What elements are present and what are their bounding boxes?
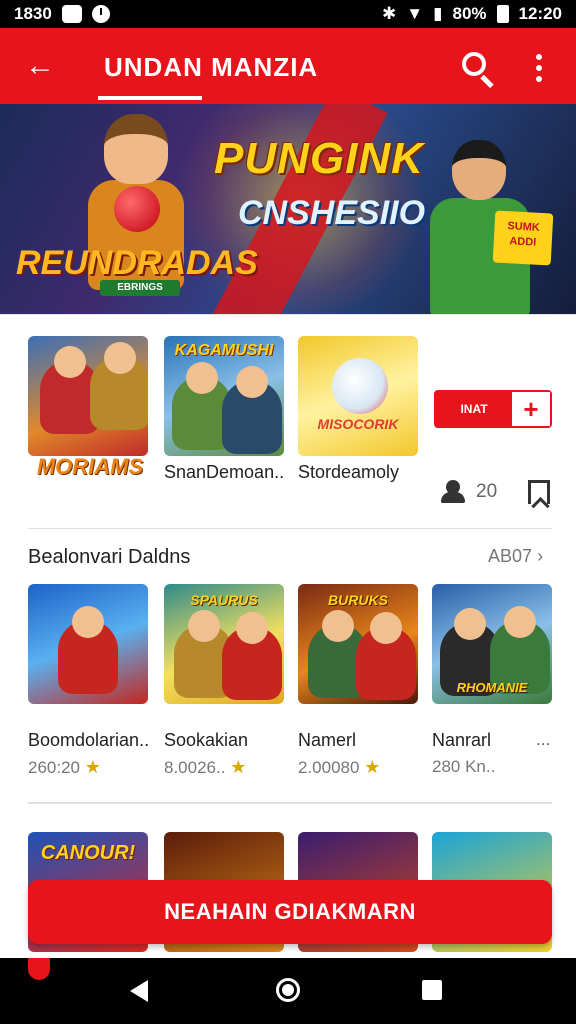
banner-sublogo: EBRINGS xyxy=(100,280,180,296)
plus-icon: + xyxy=(512,392,550,426)
search-icon-handle xyxy=(480,74,494,89)
battery-percent: 80% xyxy=(452,4,487,23)
red-ball xyxy=(114,186,160,232)
game-character xyxy=(58,606,118,694)
battery-icon xyxy=(496,5,509,23)
banner-title: PUNGINK xyxy=(214,134,424,183)
game-title[interactable]: Boomdolarian.. xyxy=(28,730,149,751)
app-bar: ← UNDAN MANZIA xyxy=(0,28,576,104)
game-meta: 2.00080 ★ xyxy=(298,757,380,778)
banner-subtitle: CNSHESIIO xyxy=(238,194,426,232)
game-logo: KAGAMUSHI xyxy=(174,342,274,359)
status-time: 1830 xyxy=(14,4,52,23)
search-button[interactable] xyxy=(456,48,496,89)
notification-icon xyxy=(61,5,82,23)
game-logo: CANOUR! xyxy=(40,842,136,864)
signal-icon: ▮ xyxy=(433,4,443,23)
game-title[interactable]: SnanDemoan.. xyxy=(164,462,284,483)
game-meta: 260:20 ★ xyxy=(28,757,101,778)
game-title[interactable]: Sookakian xyxy=(164,730,248,751)
section-title: Bealonvari Daldns xyxy=(28,546,191,568)
game-logo: MORIAMS xyxy=(36,454,144,479)
game-logo: MISOCORIK xyxy=(317,416,399,432)
featured-game-tile-1[interactable] xyxy=(28,336,148,456)
nav-home-icon[interactable] xyxy=(276,978,300,1002)
bookmark-icon[interactable] xyxy=(528,480,550,504)
location-marker-icon xyxy=(28,958,50,980)
search-icon xyxy=(462,52,486,76)
game-meta-value: 260:20 xyxy=(28,758,80,777)
banner-logo: REUNDRADAS xyxy=(16,244,258,282)
featured-game-tile-2[interactable]: KAGAMUSHI xyxy=(164,336,284,456)
clock-icon xyxy=(91,5,110,23)
overflow-menu-button[interactable] xyxy=(526,48,552,88)
game-meta: 280 Kn.. xyxy=(432,757,496,776)
game-character xyxy=(332,358,388,414)
section-divider xyxy=(28,528,552,529)
chevron-right-icon: › xyxy=(537,546,544,566)
game-character xyxy=(222,366,282,454)
hero-banner[interactable]: SUMK ADDI PUNGINK CNSHESIIO REUNDRADAS E… xyxy=(0,104,576,314)
more-options-icon[interactable]: ... xyxy=(536,730,550,750)
game-logo: RHOMANIE xyxy=(456,680,528,695)
add-button-label: INAT xyxy=(460,402,488,416)
star-icon: ★ xyxy=(84,757,101,777)
more-vert-icon xyxy=(536,54,542,60)
star-icon: ★ xyxy=(364,757,381,777)
nav-recents-icon[interactable] xyxy=(422,980,442,1000)
banner-badge: SUMK ADDI xyxy=(492,210,554,266)
game-character xyxy=(90,342,148,430)
players-count: 20 xyxy=(476,481,498,502)
game-title[interactable]: Stordeamoly xyxy=(298,462,399,483)
app-title: UNDAN MANZIA xyxy=(104,52,319,82)
status-clock: 12:20 xyxy=(518,4,562,23)
game-tile[interactable]: BURUKS xyxy=(298,584,418,704)
game-meta-value: 8.0026.. xyxy=(164,758,226,777)
game-logo: SPAURUS xyxy=(190,592,258,608)
hero-right-head xyxy=(452,140,506,200)
game-character xyxy=(356,612,416,700)
hero-left-head xyxy=(104,114,168,184)
game-tile[interactable]: SPAURUS xyxy=(164,584,284,704)
system-nav-bar xyxy=(0,958,576,1024)
primary-action-button[interactable]: NEAHAIN GDIAKMARN xyxy=(28,880,552,944)
players-icon-body xyxy=(441,492,465,503)
status-bar: 1830 ✱ ▼ ▮ 80% 12:20 xyxy=(0,0,576,28)
arrow-left-icon: ← xyxy=(25,49,55,82)
game-title[interactable]: Namerl xyxy=(298,730,356,751)
add-game-button[interactable]: INAT + xyxy=(434,390,552,428)
featured-game-tile-3[interactable]: MISOCORIK xyxy=(298,336,418,456)
wifi-icon: ▼ xyxy=(406,4,424,23)
game-logo: BURUKS xyxy=(328,592,388,608)
see-all-link[interactable]: AB07 › xyxy=(488,546,543,567)
section-divider xyxy=(28,802,552,804)
star-icon: ★ xyxy=(230,757,247,777)
game-title[interactable]: Nanrarl xyxy=(432,730,491,751)
bluetooth-icon: ✱ xyxy=(382,4,397,23)
see-all-label: AB07 xyxy=(488,546,533,566)
game-meta-value: 2.00080 xyxy=(298,758,360,777)
game-tile[interactable]: RHOMANIE xyxy=(432,584,552,704)
more-vert-icon-dot xyxy=(536,76,542,82)
active-tab-indicator xyxy=(98,96,202,100)
game-character xyxy=(222,612,282,700)
game-meta: 8.0026.. ★ xyxy=(164,757,246,778)
nav-back-icon[interactable] xyxy=(130,980,148,1002)
more-vert-icon-dot xyxy=(536,65,542,71)
players-icon xyxy=(440,480,465,504)
back-button[interactable]: ← xyxy=(18,46,62,86)
game-tile[interactable] xyxy=(28,584,148,704)
